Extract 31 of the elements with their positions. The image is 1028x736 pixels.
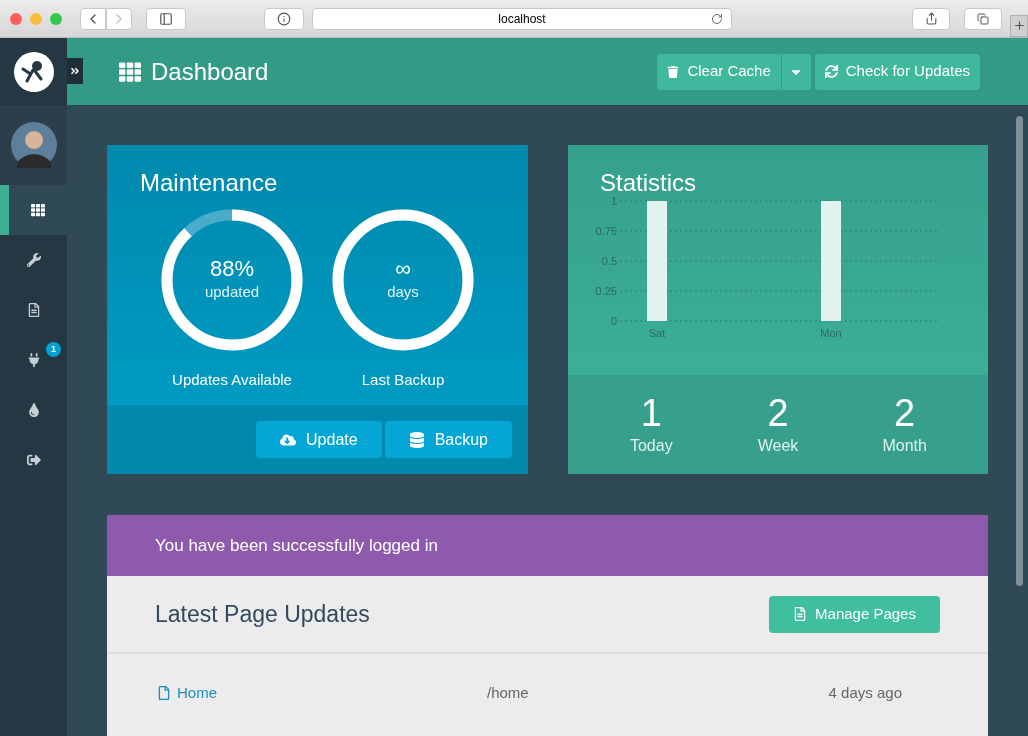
y-tick-label: 0.25 [595,285,617,297]
counter-label: Week [757,435,799,456]
backup-button[interactable]: Backup [384,421,512,458]
updated-time: 4 days ago [828,682,902,703]
manage-pages-button[interactable]: Manage Pages [769,595,940,633]
gauge-value: 88% [209,256,254,281]
x-tick-label: Sat [648,327,666,339]
counter-value: 2 [767,391,789,434]
gauge-value: ∞ [395,256,411,281]
panel-title: Latest Page Updates [155,599,370,629]
success-alert: You have been successfully logged in [107,515,988,576]
update-button[interactable]: Update [256,421,382,458]
check-updates-button[interactable]: Check for Updates [814,53,980,90]
card-title: Maintenance [139,168,279,198]
counter-label: Today [629,435,673,456]
gauge-unit: updated [204,281,260,302]
gauge-unit: days [387,281,419,302]
sidebar-item[interactable]: 1 [0,335,67,385]
notification-badge: 1 [46,342,61,357]
page-title: Dashboard [151,56,269,87]
y-tick-label: 0.5 [601,255,617,267]
x-tick-label: Mon [820,327,842,339]
clear-cache-button[interactable]: Clear Cache [657,53,781,90]
counter-value: 1 [640,391,662,434]
gauge-label: Updates Available [172,370,292,390]
counter-value: 2 [894,391,916,434]
page-link[interactable]: Home [157,681,487,705]
gauge-label: Last Backup [361,370,445,390]
page-route: /home [487,682,529,703]
counter-label: Month [882,435,927,456]
address-field[interactable]: localhost [312,7,732,30]
